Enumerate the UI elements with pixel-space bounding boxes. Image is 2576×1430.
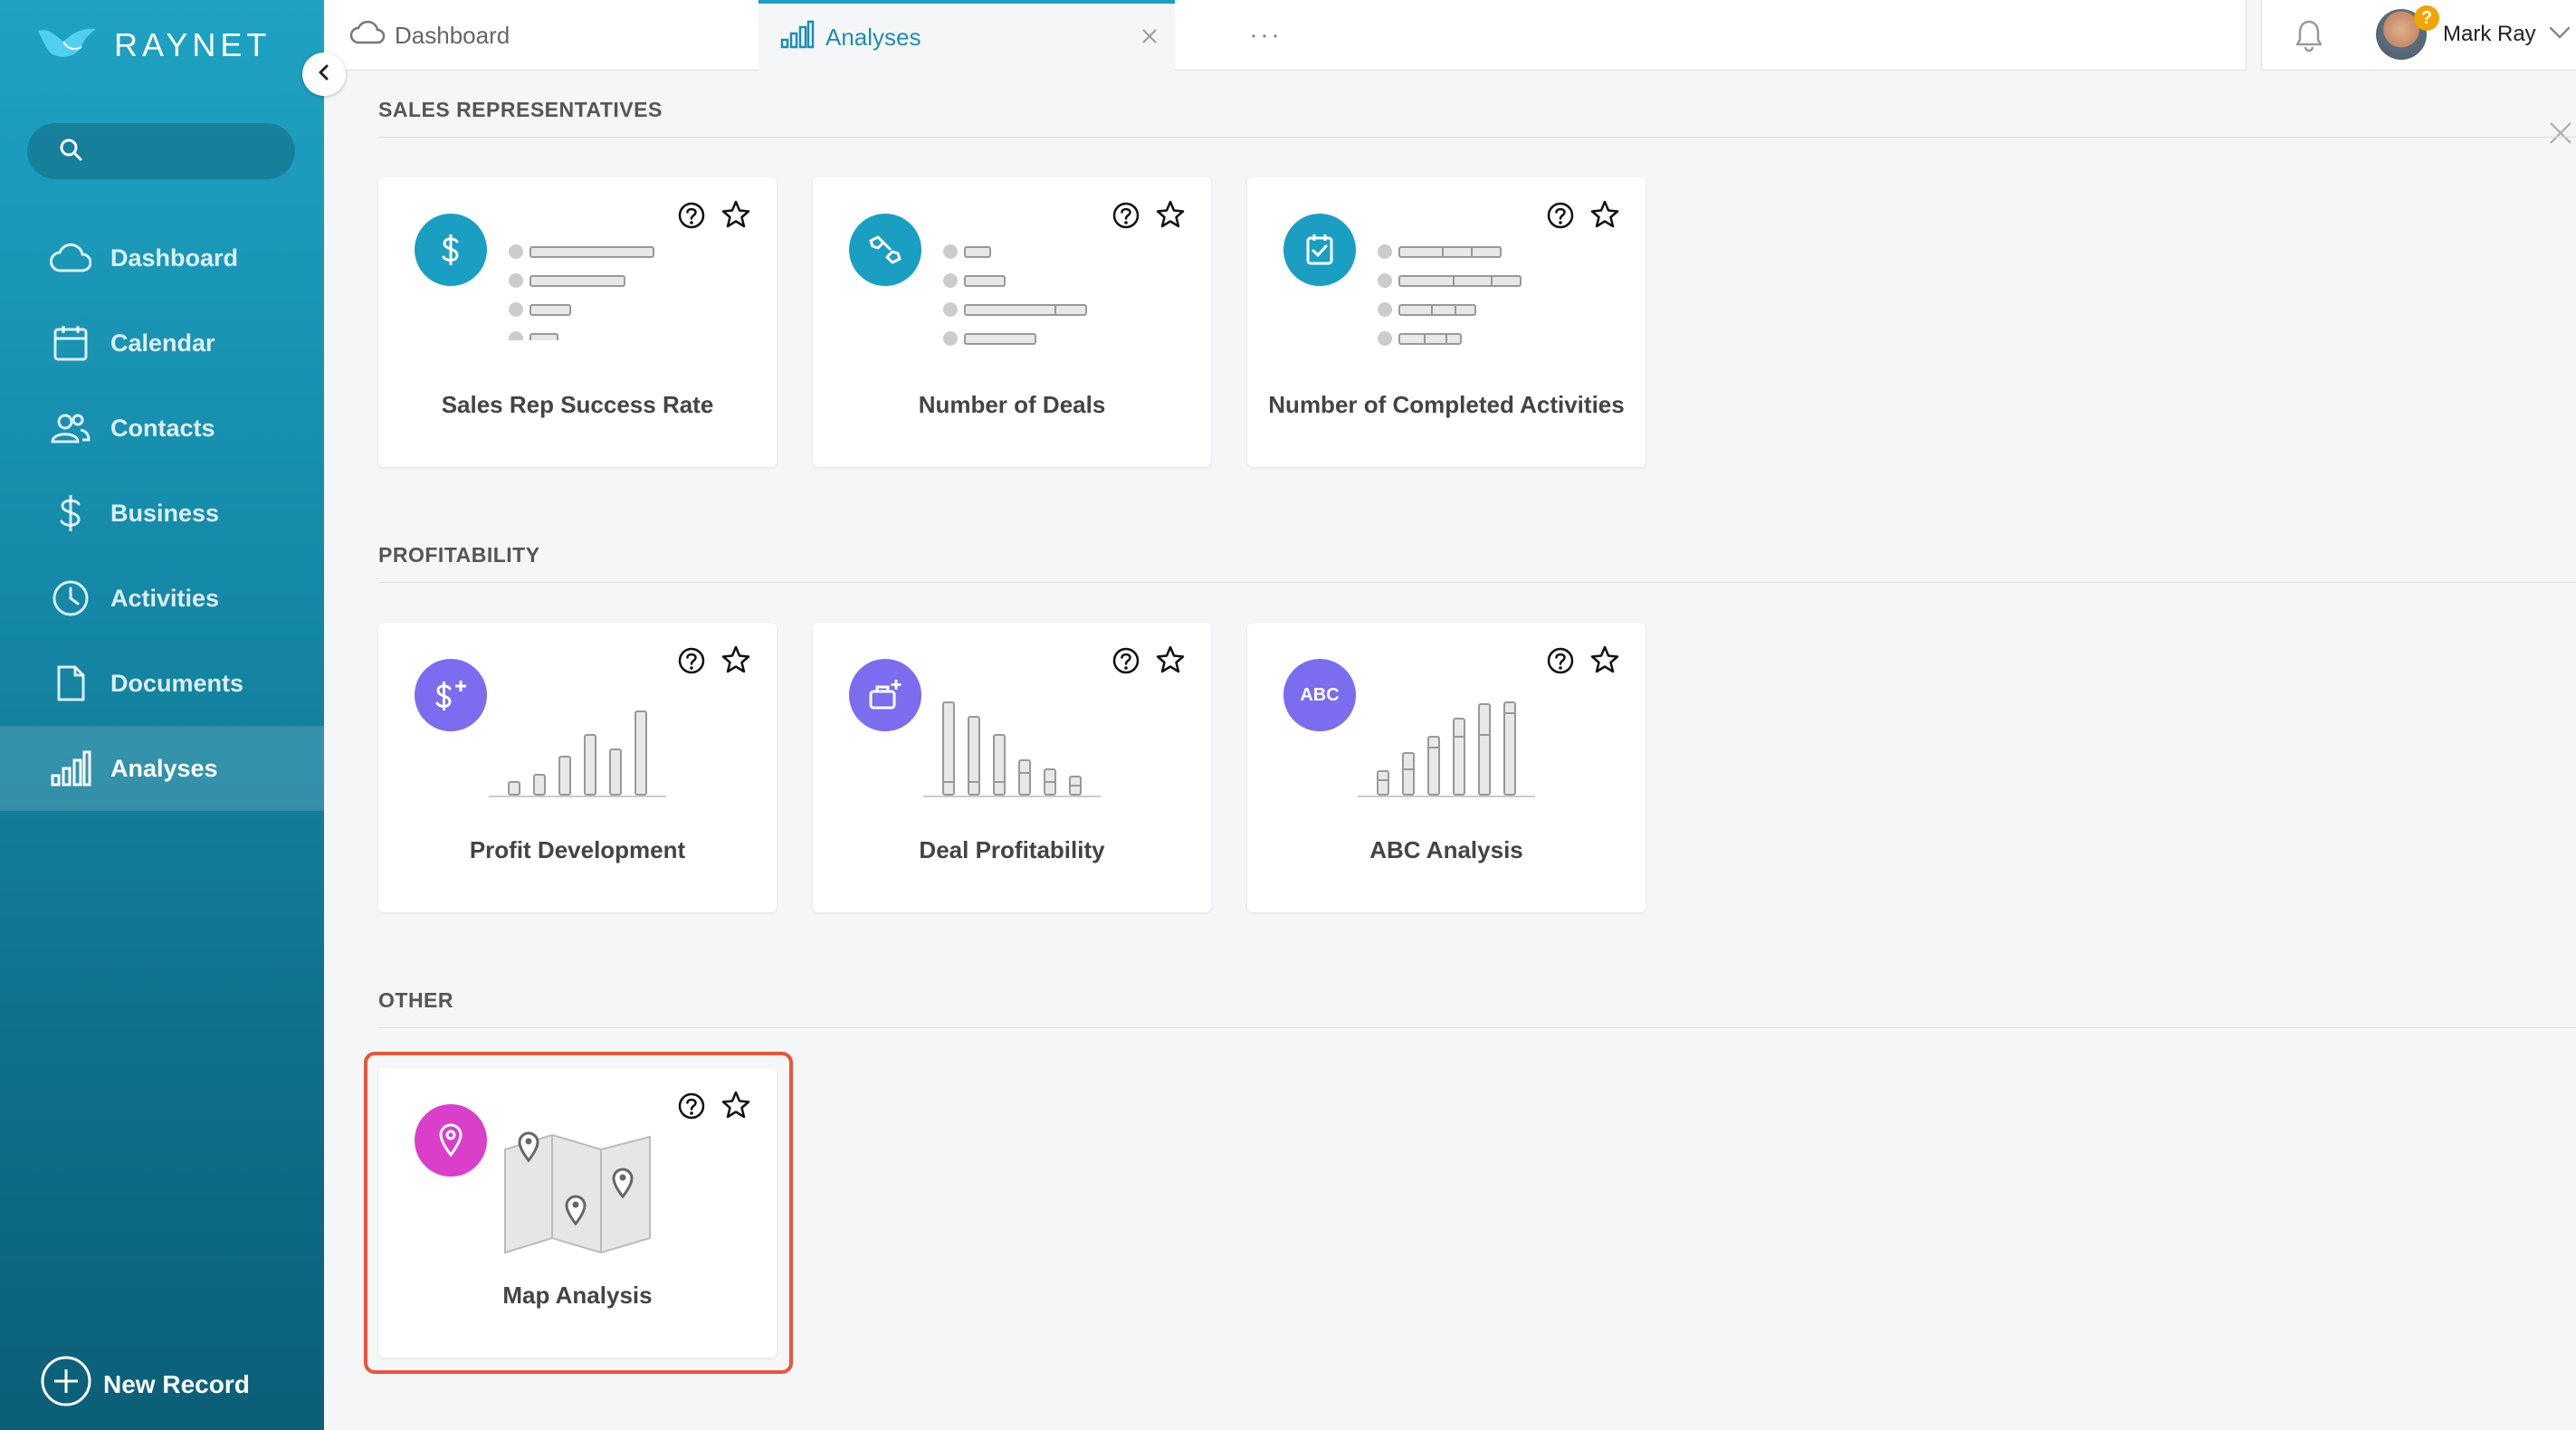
star-icon[interactable] <box>720 199 751 234</box>
new-record-label: New Record <box>103 1369 250 1398</box>
sidebar-item-label: Business <box>110 499 220 527</box>
logo[interactable]: RAYNET <box>36 24 271 66</box>
sidebar-collapse-button[interactable] <box>302 52 346 96</box>
checklist-icon <box>1283 214 1356 286</box>
more-tabs-button[interactable]: ··· <box>1249 20 1282 51</box>
bar-chart-icon <box>49 747 92 790</box>
help-icon[interactable] <box>1546 201 1575 234</box>
user-bar: ? Mark Ray <box>2261 0 2576 71</box>
cloud-icon <box>349 20 386 52</box>
card-map-analysis[interactable]: Map Analysis <box>378 1068 777 1358</box>
folded-map-illustration <box>504 1131 651 1254</box>
calendar-icon <box>49 321 92 365</box>
star-icon[interactable] <box>1155 644 1186 680</box>
card-label: Number of Deals <box>918 391 1106 418</box>
help-icon[interactable] <box>1111 201 1140 234</box>
card-label: Number of Completed Activities <box>1268 391 1625 418</box>
help-badge[interactable]: ? <box>2414 5 2439 31</box>
list-bars-illustration <box>943 244 1087 346</box>
help-icon[interactable] <box>1111 646 1140 680</box>
card-label: Profit Development <box>469 836 686 863</box>
tab-label: Dashboard <box>395 21 510 49</box>
card-number-of-deals[interactable]: Number of Deals <box>813 177 1211 467</box>
list-bars-illustration <box>509 244 654 340</box>
app: RAYNET Dashboard Calendar Contacts Busin… <box>0 0 2576 1430</box>
map-pin-icon <box>415 1104 487 1177</box>
contacts-icon <box>49 406 92 450</box>
sidebar-nav: Dashboard Calendar Contacts Business Act… <box>0 215 324 811</box>
chevron-left-icon <box>315 63 333 86</box>
new-record-button[interactable]: New Record <box>40 1355 250 1414</box>
clock-icon <box>49 577 92 620</box>
tab-analyses[interactable]: Analyses <box>758 0 1175 71</box>
dollar-icon <box>49 491 92 535</box>
section-divider <box>378 137 2576 138</box>
help-icon[interactable] <box>677 646 706 680</box>
section-divider <box>378 582 2576 583</box>
star-icon[interactable] <box>1155 199 1186 234</box>
card-label: Map Analysis <box>502 1282 653 1309</box>
card-label: ABC Analysis <box>1369 836 1523 863</box>
sidebar-item-label: Contacts <box>110 414 215 442</box>
section-divider <box>378 1027 2576 1028</box>
bell-icon[interactable] <box>2295 18 2323 57</box>
star-icon[interactable] <box>1589 644 1620 680</box>
close-tab-icon[interactable] <box>1140 24 1159 52</box>
help-icon[interactable] <box>1546 646 1575 680</box>
card-abc-analysis[interactable]: ABC ABC Analysis <box>1247 623 1646 912</box>
bar-chart-illustration <box>489 710 666 797</box>
user-name[interactable]: Mark Ray <box>2443 22 2536 47</box>
dollar-plus-icon <box>415 659 487 731</box>
sidebar-item-business[interactable]: Business <box>0 471 324 556</box>
sidebar-item-label: Analyses <box>110 754 218 782</box>
sidebar-item-label: Activities <box>110 584 220 612</box>
sidebar: RAYNET Dashboard Calendar Contacts Busin… <box>0 0 324 1430</box>
tab-label: Analyses <box>825 23 921 51</box>
tab-dashboard[interactable]: Dashboard <box>349 0 766 71</box>
close-panel-icon[interactable] <box>2547 119 2574 151</box>
dollar-icon <box>415 214 487 286</box>
section-title-profitability: PROFITABILITY <box>378 543 540 567</box>
bar-chart-icon <box>780 20 815 55</box>
brand-name: RAYNET <box>114 25 272 63</box>
sidebar-item-documents[interactable]: Documents <box>0 641 324 726</box>
sidebar-item-contacts[interactable]: Contacts <box>0 386 324 471</box>
bar-chart-illustration <box>1358 701 1535 797</box>
card-deal-profitability[interactable]: Deal Profitability <box>813 623 1211 912</box>
section-title-other: OTHER <box>378 988 453 1012</box>
card-profit-development[interactable]: Profit Development <box>378 623 777 912</box>
help-icon[interactable] <box>677 1092 706 1125</box>
tab-bar: Dashboard Analyses ··· <box>324 0 2247 71</box>
list-bars-illustration <box>1378 244 1522 346</box>
sidebar-item-activities[interactable]: Activities <box>0 556 324 641</box>
star-icon[interactable] <box>720 1090 751 1125</box>
cloud-icon <box>49 236 92 280</box>
sidebar-item-label: Calendar <box>110 329 215 357</box>
sidebar-search[interactable] <box>27 123 295 179</box>
sidebar-item-label: Documents <box>110 669 244 697</box>
card-sales-rep-success-rate[interactable]: Sales Rep Success Rate <box>378 177 777 467</box>
section-title-sales-representatives: SALES REPRESENTATIVES <box>378 98 663 121</box>
chevron-down-icon[interactable] <box>2548 24 2571 46</box>
search-icon <box>58 137 83 167</box>
handshake-icon <box>849 214 921 286</box>
plus-circle-icon <box>40 1355 92 1414</box>
sidebar-item-label: Dashboard <box>110 243 239 272</box>
sidebar-item-calendar[interactable]: Calendar <box>0 300 324 386</box>
help-icon[interactable] <box>677 201 706 234</box>
star-icon[interactable] <box>720 644 751 680</box>
star-icon[interactable] <box>1589 199 1620 234</box>
sidebar-item-dashboard[interactable]: Dashboard <box>0 215 324 300</box>
card-label: Sales Rep Success Rate <box>441 391 714 418</box>
bar-chart-illustration <box>923 701 1101 797</box>
raynet-logo-icon <box>36 24 98 66</box>
briefcase-plus-icon <box>849 659 921 731</box>
sidebar-item-analyses[interactable]: Analyses <box>0 726 324 811</box>
card-label: Deal Profitability <box>919 836 1105 863</box>
search-input[interactable] <box>98 136 282 167</box>
abc-icon: ABC <box>1283 659 1356 731</box>
card-number-of-completed-activities[interactable]: Number of Completed Activities <box>1247 177 1646 467</box>
document-icon <box>49 662 92 705</box>
